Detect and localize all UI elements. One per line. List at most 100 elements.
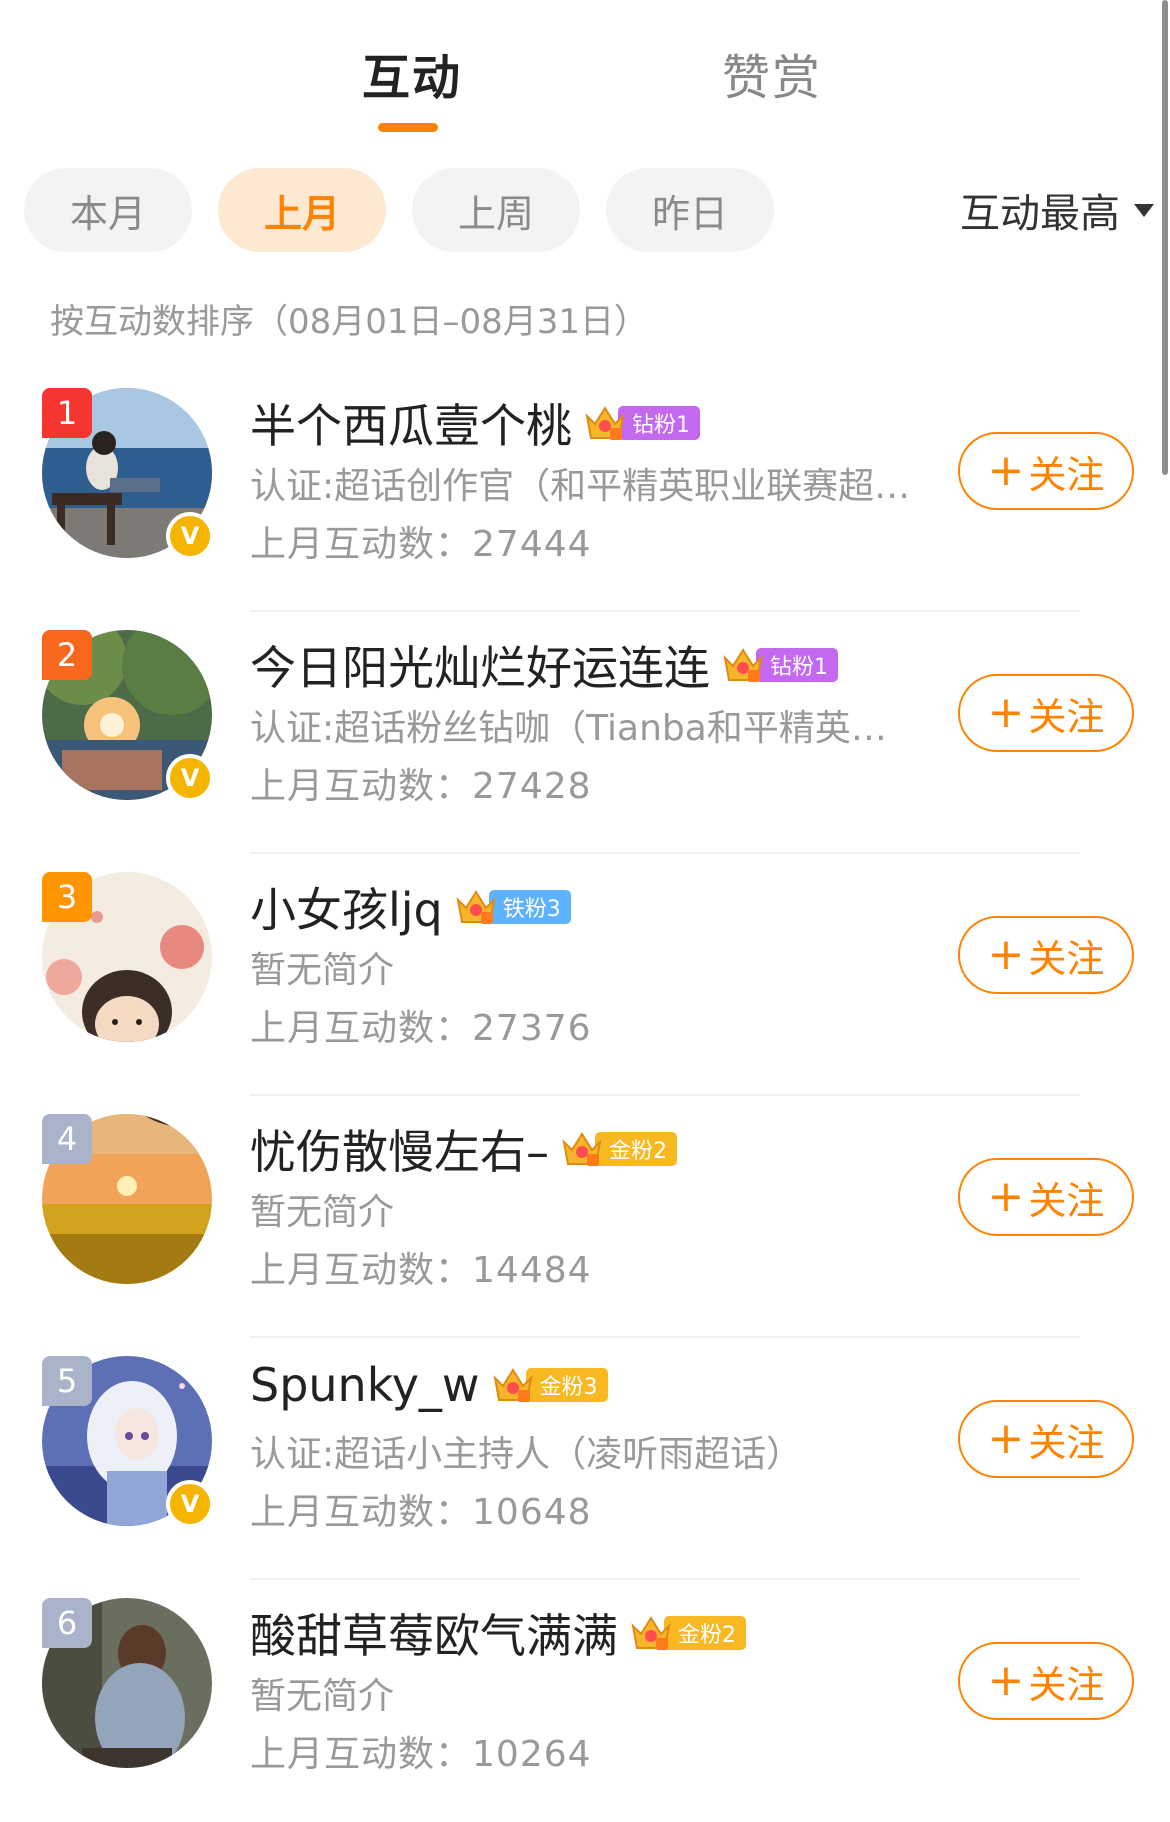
follow-button[interactable]: + 关注 (958, 916, 1134, 994)
name-line: 忧伤散慢左右– 金粉2 (250, 1116, 677, 1182)
list-item[interactable]: 3 小女孩ljq 铁粉3 暂无简介 上月互动数：27376 + 关注 (0, 854, 1170, 1096)
tab-interaction[interactable]: 互动 (362, 38, 462, 108)
rank-badge: 2 (42, 630, 92, 680)
rank-badge: 6 (42, 1598, 92, 1648)
crown-icon (455, 888, 497, 926)
list-item[interactable]: 6 酸甜草莓欧气满满 金粉2 暂无简介 上月互动数：10264 + 关注 (0, 1580, 1170, 1822)
name-line: Spunky_w 金粉3 (250, 1358, 608, 1412)
count-label: 上月互动数： (250, 524, 473, 565)
sort-caption: 按互动数排序（08月01日–08月31日） (50, 302, 649, 342)
verified-icon: V (166, 1480, 214, 1528)
follow-label: 关注 (1028, 1178, 1105, 1223)
fan-level-badge: 金粉3 (492, 1366, 608, 1404)
user-description: 暂无简介 (250, 1676, 395, 1717)
ranking-list: 1 V 半个西瓜壹个桃 钻粉1 认证:超话创作官（和平精英职业联赛超话） 上月互… (0, 370, 1170, 1822)
user-name[interactable]: 半个西瓜壹个桃 (250, 390, 572, 456)
filter-this-month[interactable]: 本月 (24, 168, 192, 252)
count-label: 上月互动数： (250, 1008, 473, 1049)
caret-down-icon (1134, 203, 1154, 217)
fan-level-label: 金粉3 (525, 1368, 608, 1402)
crown-icon (630, 1614, 672, 1652)
verified-icon: V (166, 512, 214, 560)
plus-icon: + (987, 1413, 1025, 1464)
list-item[interactable]: 2 V 今日阳光灿烂好运连连 钻粉1 认证:超话粉丝钻咖（Tianba和平精英超… (0, 612, 1170, 854)
fan-level-badge: 铁粉3 (455, 888, 571, 926)
active-tab-indicator (378, 123, 438, 132)
tab-appreciation[interactable]: 赞赏 (722, 38, 822, 108)
count-label: 上月互动数： (250, 1250, 473, 1291)
sort-label: 互动最高 (960, 191, 1120, 237)
rank-badge: 3 (42, 872, 92, 922)
fan-level-badge: 钻粉1 (584, 404, 700, 442)
fan-level-label: 金粉2 (664, 1616, 746, 1650)
interaction-count: 上月互动数：27376 (250, 999, 592, 1051)
fan-level-label: 金粉2 (595, 1132, 677, 1166)
count-value: 14484 (472, 1250, 592, 1291)
sort-dropdown[interactable]: 互动最高 (960, 168, 1154, 252)
list-item[interactable]: 1 V 半个西瓜壹个桃 钻粉1 认证:超话创作官（和平精英职业联赛超话） 上月互… (0, 370, 1170, 612)
filter-last-month[interactable]: 上月 (218, 168, 386, 252)
follow-label: 关注 (1028, 694, 1105, 739)
follow-button[interactable]: + 关注 (958, 674, 1134, 752)
plus-icon: + (987, 1655, 1025, 1706)
count-value: 27444 (472, 524, 592, 565)
follow-label: 关注 (1028, 1420, 1105, 1465)
interaction-count: 上月互动数：10264 (250, 1725, 592, 1777)
name-line: 半个西瓜壹个桃 钻粉1 (250, 390, 700, 456)
filter-last-week[interactable]: 上周 (412, 168, 580, 252)
plus-icon: + (987, 929, 1025, 980)
verified-icon: V (166, 754, 214, 802)
fan-level-label: 铁粉3 (488, 890, 571, 924)
user-description: 认证:超话粉丝钻咖（Tianba和平精英超话） (250, 708, 920, 749)
interaction-count: 上月互动数：27444 (250, 515, 592, 567)
count-label: 上月互动数： (250, 1734, 473, 1775)
period-filters: 本月 上月 上周 昨日 互动最高 (24, 168, 1154, 254)
user-description: 认证:超话创作官（和平精英职业联赛超话） (250, 466, 920, 507)
list-item[interactable]: 5 V Spunky_w 金粉3 认证:超话小主持人（凌听雨超话） 上月互动数：… (0, 1338, 1170, 1580)
name-line: 今日阳光灿烂好运连连 钻粉1 (250, 632, 838, 698)
fan-level-label: 钻粉1 (756, 648, 838, 682)
interaction-count: 上月互动数：27428 (250, 757, 592, 809)
count-value: 27376 (472, 1008, 592, 1049)
plus-icon: + (987, 445, 1025, 496)
follow-label: 关注 (1028, 452, 1105, 497)
top-tabs: 互动 赞赏 (0, 38, 1170, 138)
plus-icon: + (987, 1171, 1025, 1222)
crown-icon (492, 1366, 534, 1404)
name-line: 酸甜草莓欧气满满 金粉2 (250, 1600, 746, 1666)
count-label: 上月互动数： (250, 1492, 473, 1533)
fan-level-badge: 金粉2 (561, 1130, 677, 1168)
interaction-count: 上月互动数：14484 (250, 1241, 592, 1293)
interaction-count: 上月互动数：10648 (250, 1483, 592, 1535)
count-value: 27428 (472, 766, 592, 807)
follow-button[interactable]: + 关注 (958, 1158, 1134, 1236)
user-name[interactable]: Spunky_w (250, 1358, 480, 1412)
plus-icon: + (987, 687, 1025, 738)
crown-icon (561, 1130, 603, 1168)
count-value: 10648 (472, 1492, 592, 1533)
filter-yesterday[interactable]: 昨日 (606, 168, 774, 252)
user-name[interactable]: 酸甜草莓欧气满满 (250, 1600, 618, 1666)
user-name[interactable]: 忧伤散慢左右– (250, 1116, 549, 1182)
follow-button[interactable]: + 关注 (958, 1642, 1134, 1720)
user-name[interactable]: 小女孩ljq (250, 874, 443, 940)
rank-badge: 5 (42, 1356, 92, 1406)
list-item[interactable]: 4 忧伤散慢左右– 金粉2 暂无简介 上月互动数：14484 + 关注 (0, 1096, 1170, 1338)
crown-icon (584, 404, 626, 442)
rank-badge: 1 (42, 388, 92, 438)
follow-button[interactable]: + 关注 (958, 1400, 1134, 1478)
follow-button[interactable]: + 关注 (958, 432, 1134, 510)
user-description: 暂无简介 (250, 950, 395, 991)
user-name[interactable]: 今日阳光灿烂好运连连 (250, 632, 710, 698)
user-description: 认证:超话小主持人（凌听雨超话） (250, 1434, 803, 1475)
fan-level-badge: 金粉2 (630, 1614, 746, 1652)
count-label: 上月互动数： (250, 766, 473, 807)
follow-label: 关注 (1028, 936, 1105, 981)
fan-level-label: 钻粉1 (618, 406, 700, 440)
count-value: 10264 (472, 1734, 592, 1775)
user-description: 暂无简介 (250, 1192, 395, 1233)
crown-icon (722, 646, 764, 684)
rank-badge: 4 (42, 1114, 92, 1164)
fan-level-badge: 钻粉1 (722, 646, 838, 684)
follow-label: 关注 (1028, 1662, 1105, 1707)
